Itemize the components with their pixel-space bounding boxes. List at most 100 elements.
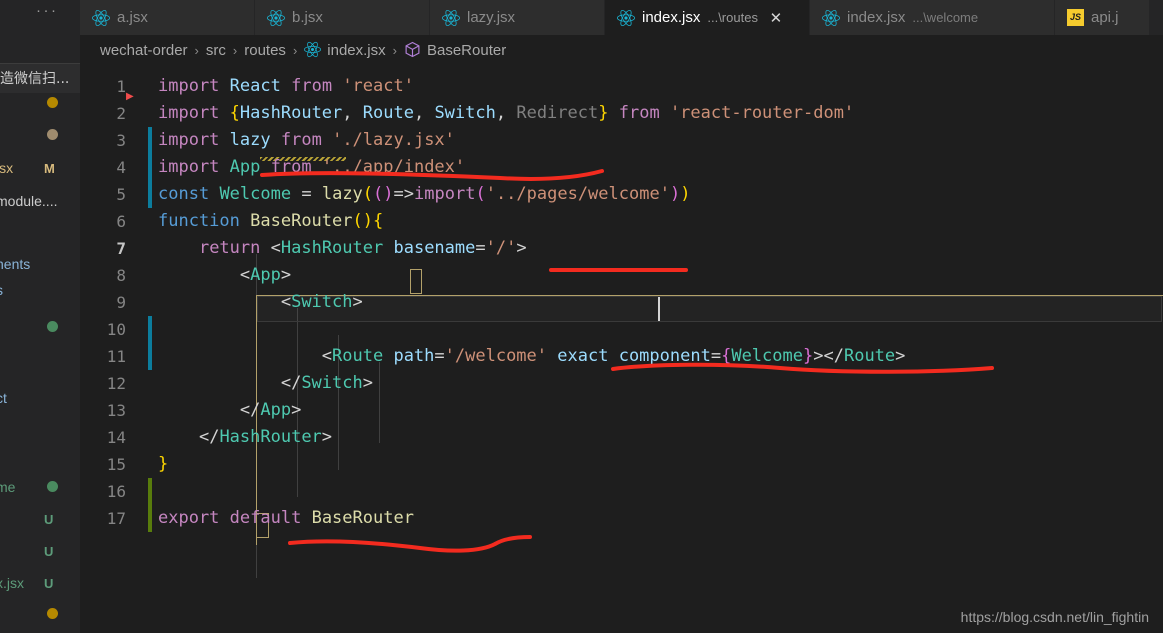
sidebar-file-row[interactable]: U [0, 508, 80, 530]
editor-tab-label: index.jsx [642, 9, 701, 26]
sidebar-file-row[interactable] [0, 92, 80, 114]
sidebar-file-row[interactable]: ct [0, 387, 80, 409]
editor-tab-label: b.jsx [292, 9, 323, 26]
code-editor[interactable]: 1 2 3 4 5 6 7 8 9 10 11 12 13 14 15 16 17 ▶ import React … [80, 65, 1163, 633]
code-line[interactable] [158, 478, 905, 505]
code-line[interactable]: return <HashRouter basename='/'> [158, 235, 905, 262]
code-line[interactable]: import lazy from './lazy.jsx' [158, 127, 905, 154]
react-icon [442, 9, 460, 27]
breadcrumb-label: src [205, 41, 226, 59]
editor-tab-index-jsx-routes[interactable]: index.jsx ...\routes ✕ [605, 0, 810, 35]
sidebar-file-row[interactable]: x.jsx U [0, 572, 80, 594]
breadcrumb-separator-icon: › [392, 42, 397, 58]
breadcrumb-item[interactable]: routes [244, 42, 286, 59]
line-number: 16 [106, 482, 126, 501]
sidebar-file-label: module.... [0, 193, 58, 209]
sidebar-file-row[interactable]: nents [0, 253, 80, 275]
sidebar-file-row[interactable] [0, 316, 80, 338]
git-modified-marker [148, 127, 152, 154]
editor-tab-path: ...\welcome [912, 10, 979, 25]
line-number: 2 [116, 104, 126, 123]
sidebar-file-row[interactable]: me [0, 476, 80, 498]
sidebar-file-row[interactable]: U [0, 540, 80, 562]
line-number: 3 [116, 131, 126, 150]
sidebar-file-label: x.jsx [0, 575, 24, 591]
editor-tab-label: index.jsx [847, 9, 906, 26]
git-modified-marker [148, 154, 152, 181]
sidebar-file-label: s [0, 282, 3, 298]
editor-tab-b-jsx[interactable]: b.jsx [255, 0, 430, 35]
breadcrumb-separator-icon: › [194, 42, 199, 58]
sidebar-file-row[interactable]: jsx M [0, 157, 80, 179]
code-line[interactable]: const Welcome = lazy(()=>import('../page… [158, 181, 905, 208]
breadcrumb[interactable]: wechat-order › src › routes › index.jsx › BaseRo… [80, 35, 1163, 65]
breadcrumb-item[interactable]: wechat-order [100, 42, 188, 59]
error-arrow-icon: ▶ [126, 91, 134, 102]
breadcrumb-separator-icon: › [292, 42, 298, 58]
cube-icon [404, 41, 421, 58]
line-number: 17 [106, 509, 126, 528]
git-modified-marker [148, 316, 152, 343]
sidebar-status-dot [47, 321, 58, 332]
react-icon [267, 9, 285, 27]
react-icon [617, 9, 635, 27]
sidebar-file-row[interactable] [0, 603, 80, 625]
code-line[interactable]: <Switch> [158, 289, 905, 316]
sidebar-status-dot [47, 608, 58, 619]
breadcrumb-item[interactable]: BaseRouter [404, 41, 506, 59]
code-line[interactable]: function BaseRouter(){ [158, 208, 905, 235]
code-line[interactable]: export default BaseRouter [158, 505, 905, 532]
sidebar-banner: 造微信扫... [0, 63, 80, 93]
editor-gutter[interactable]: 1 2 3 4 5 6 7 8 9 10 11 12 13 14 15 16 17 ▶ [80, 65, 152, 633]
line-number: 8 [116, 266, 126, 285]
editor-tab-a-jsx[interactable]: a.jsx [80, 0, 255, 35]
editor-tab-label: api.j [1091, 9, 1119, 26]
vscode-window: ··· 造微信扫... jsxM module.... nents s ct me UUx.… [0, 0, 1163, 633]
line-number: 1 [116, 77, 126, 96]
sidebar-git-badge: U [44, 543, 54, 559]
code-line[interactable] [158, 316, 905, 343]
breadcrumb-label: BaseRouter [426, 42, 507, 59]
code-line[interactable]: import {HashRouter, Route, Switch, Redir… [158, 100, 905, 127]
code-line[interactable]: import App from '../app/index' [158, 154, 905, 181]
code-line[interactable]: </HashRouter> [158, 424, 905, 451]
editor-tab-lazy-jsx[interactable]: lazy.jsx [430, 0, 605, 35]
editor-tab-label: a.jsx [117, 9, 148, 26]
breadcrumb-label: wechat-order [100, 41, 188, 59]
sidebar-overflow-menu[interactable]: ··· [36, 3, 59, 18]
editor-tab-bar[interactable]: a.jsx b.jsx lazy.jsx index.jsx ...\routes ✕ in… [80, 0, 1163, 35]
code-line[interactable]: import React from 'react' [158, 73, 905, 100]
sidebar-status-dot [47, 97, 58, 108]
editor-tab-index-jsx-welcome[interactable]: index.jsx ...\welcome [810, 0, 1055, 35]
line-number: 10 [106, 320, 126, 339]
editor-tab-api-j[interactable]: JS api.j [1055, 0, 1150, 35]
line-number: 9 [116, 293, 126, 312]
line-number: 4 [116, 158, 126, 177]
code-line[interactable]: } [158, 451, 905, 478]
code-line[interactable]: </Switch> [158, 370, 905, 397]
breadcrumb-item[interactable]: src [206, 42, 226, 59]
line-number: 15 [106, 455, 126, 474]
explorer-sidebar[interactable]: ··· 造微信扫... jsxM module.... nents s ct me UUx.… [0, 0, 80, 633]
tab-bar-empty-space [1150, 0, 1163, 35]
sidebar-file-row[interactable] [0, 124, 80, 146]
code-lines[interactable]: import React from 'react' import {HashRou… [158, 73, 905, 532]
line-number: 5 [116, 185, 126, 204]
react-icon [92, 9, 110, 27]
line-number: 13 [106, 401, 126, 420]
line-number: 14 [106, 428, 126, 447]
sidebar-git-badge: M [44, 160, 55, 176]
code-line[interactable]: <App> [158, 262, 905, 289]
git-modified-marker [148, 181, 152, 208]
code-line[interactable]: <Route path='/welcome' exact component={… [158, 343, 906, 370]
breadcrumb-item[interactable]: index.jsx [304, 41, 386, 59]
sidebar-file-row[interactable]: s [0, 279, 80, 301]
close-icon[interactable]: ✕ [769, 9, 783, 27]
git-added-marker [148, 478, 152, 505]
line-number: 7 [116, 239, 126, 258]
sidebar-file-row[interactable]: module.... [0, 190, 80, 212]
code-line[interactable]: </App> [158, 397, 905, 424]
git-modified-marker [148, 343, 152, 370]
line-number: 12 [106, 374, 126, 393]
git-added-marker [148, 505, 152, 532]
